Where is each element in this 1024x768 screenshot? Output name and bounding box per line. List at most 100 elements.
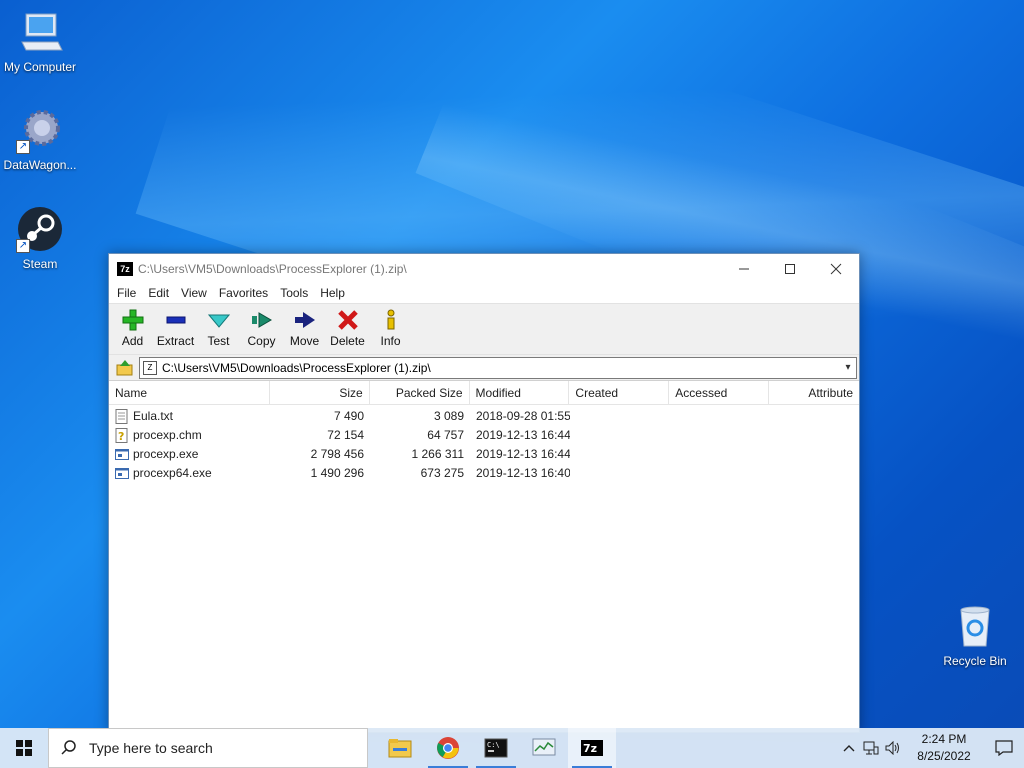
- executable-file-icon: [115, 449, 129, 460]
- desktop-icon-label: Steam: [22, 257, 58, 271]
- minimize-button[interactable]: [721, 254, 767, 283]
- title-bar[interactable]: 7z C:\Users\VM5\Downloads\ProcessExplore…: [109, 254, 859, 283]
- taskbar-terminal[interactable]: C:\: [472, 728, 520, 768]
- chrome-icon: [437, 737, 459, 759]
- clock-date: 8/25/2022: [917, 749, 971, 763]
- taskbar-search-box[interactable]: Type here to search: [48, 728, 368, 768]
- volume-icon[interactable]: [882, 728, 904, 768]
- folder-icon: [388, 739, 412, 758]
- column-accessed[interactable]: Accessed: [669, 380, 770, 405]
- windows-logo-icon: [16, 740, 32, 756]
- copy-arrow-icon: [250, 308, 274, 332]
- system-tray: 2:24 PM 8/25/2022: [838, 728, 1024, 768]
- maximize-button[interactable]: [767, 254, 813, 283]
- column-created[interactable]: Created: [569, 380, 670, 405]
- text-file-icon: [115, 409, 128, 424]
- network-icon[interactable]: [860, 728, 882, 768]
- column-attributes[interactable]: Attribute: [769, 381, 859, 405]
- test-label: Test: [207, 334, 230, 348]
- move-button[interactable]: Move: [283, 308, 326, 348]
- menu-edit[interactable]: Edit: [142, 286, 175, 300]
- test-button[interactable]: Test: [197, 308, 240, 348]
- taskbar: Type here to search C:\ 7z 2:24 PM 8/25/…: [0, 728, 1024, 768]
- shortcut-arrow-icon: ↗: [16, 140, 30, 154]
- computer-icon: [16, 8, 64, 56]
- column-name[interactable]: Name: [109, 380, 270, 405]
- clock-time: 2:24 PM: [921, 732, 967, 746]
- menu-favorites[interactable]: Favorites: [213, 286, 274, 300]
- extract-button[interactable]: Extract: [154, 308, 197, 348]
- file-name: procexp.chm: [133, 428, 202, 442]
- taskbar-chrome[interactable]: [424, 728, 472, 768]
- column-packed-size[interactable]: Packed Size: [370, 380, 470, 405]
- file-name: procexp64.exe: [133, 466, 212, 480]
- up-folder-button[interactable]: [111, 357, 139, 379]
- file-packed-size: 3 089: [433, 409, 464, 423]
- svg-text:C:\: C:\: [487, 741, 500, 749]
- file-size: 72 154: [327, 428, 364, 442]
- file-name: Eula.txt: [133, 409, 174, 423]
- file-modified: 2019-12-13 16:44: [476, 447, 570, 461]
- taskbar-task-manager[interactable]: [520, 728, 568, 768]
- plus-icon: [121, 308, 145, 332]
- recycle-bin-icon: [951, 602, 999, 650]
- 7zip-window: 7z C:\Users\VM5\Downloads\ProcessExplore…: [108, 253, 860, 733]
- menu-help[interactable]: Help: [314, 286, 351, 300]
- file-size: 7 490: [333, 409, 364, 423]
- desktop-icon-recycle-bin[interactable]: Recycle Bin: [935, 602, 1015, 668]
- desktop-icon-label: My Computer: [3, 60, 77, 74]
- file-row[interactable]: procexp.exe 2 798 456 1 266 311 2019-12-…: [109, 445, 859, 464]
- desktop-icon-label: DataWagon...: [3, 158, 77, 172]
- file-row[interactable]: procexp64.exe 1 490 296 673 275 2019-12-…: [109, 464, 859, 483]
- desktop-icon-label: Recycle Bin: [943, 654, 1007, 668]
- toolbar: Add Extract Test Copy Move Delete Info: [109, 303, 859, 355]
- desktop-icon-datawagon[interactable]: ↗ DataWagon...: [0, 106, 80, 172]
- path-combobox[interactable]: Z C:\Users\VM5\Downloads\ProcessExplorer…: [139, 356, 857, 379]
- steam-icon: ↗: [16, 205, 64, 253]
- copy-button[interactable]: Copy: [240, 308, 283, 348]
- file-list: Eula.txt 7 490 3 089 2018-09-28 01:55 ? …: [109, 405, 859, 483]
- path-text: C:\Users\VM5\Downloads\ProcessExplorer (…: [162, 360, 431, 375]
- notification-center-button[interactable]: [984, 728, 1024, 768]
- menu-view[interactable]: View: [175, 286, 213, 300]
- extract-label: Extract: [156, 334, 195, 348]
- clock[interactable]: 2:24 PM 8/25/2022: [904, 731, 984, 765]
- delete-button[interactable]: Delete: [326, 308, 369, 348]
- file-packed-size: 673 275: [420, 466, 464, 480]
- file-list-header: Name Size Packed Size Modified Created A…: [109, 380, 859, 405]
- desktop-icon-my-computer[interactable]: My Computer: [0, 8, 80, 74]
- info-button[interactable]: Info: [369, 308, 412, 348]
- info-icon: [379, 308, 403, 332]
- search-placeholder: Type here to search: [89, 740, 213, 756]
- chevron-up-icon[interactable]: [838, 728, 860, 768]
- chevron-down-icon[interactable]: ▾: [840, 362, 856, 373]
- zip-archive-icon: Z: [143, 360, 157, 375]
- delete-label: Delete: [330, 334, 365, 348]
- task-manager-icon: [532, 738, 556, 756]
- terminal-icon: C:\: [484, 738, 508, 758]
- menu-file[interactable]: File: [111, 286, 142, 300]
- add-label: Add: [121, 334, 144, 348]
- move-arrow-icon: [293, 308, 317, 332]
- desktop-icon-steam[interactable]: ↗ Steam: [0, 205, 80, 271]
- notification-icon: [995, 740, 1013, 756]
- file-row[interactable]: ? procexp.chm 72 154 64 757 2019-12-13 1…: [109, 426, 859, 445]
- file-size: 1 490 296: [310, 466, 364, 480]
- file-row[interactable]: Eula.txt 7 490 3 089 2018-09-28 01:55: [109, 407, 859, 426]
- file-packed-size: 1 266 311: [411, 447, 465, 461]
- shortcut-arrow-icon: ↗: [16, 239, 30, 253]
- start-button[interactable]: [0, 728, 48, 768]
- up-folder-icon: [116, 359, 133, 375]
- close-button[interactable]: [813, 254, 859, 283]
- datawagon-gear-icon: ↗: [16, 106, 64, 154]
- column-size[interactable]: Size: [270, 380, 370, 405]
- column-modified[interactable]: Modified: [470, 380, 570, 405]
- minus-icon: [164, 308, 188, 332]
- 7zip-icon: 7z: [581, 740, 603, 756]
- taskbar-file-explorer[interactable]: [376, 728, 424, 768]
- window-title: C:\Users\VM5\Downloads\ProcessExplorer (…: [138, 261, 407, 276]
- minimize-icon: [739, 268, 749, 269]
- add-button[interactable]: Add: [111, 308, 154, 348]
- menu-tools[interactable]: Tools: [274, 286, 314, 300]
- taskbar-7zip[interactable]: 7z: [568, 728, 616, 768]
